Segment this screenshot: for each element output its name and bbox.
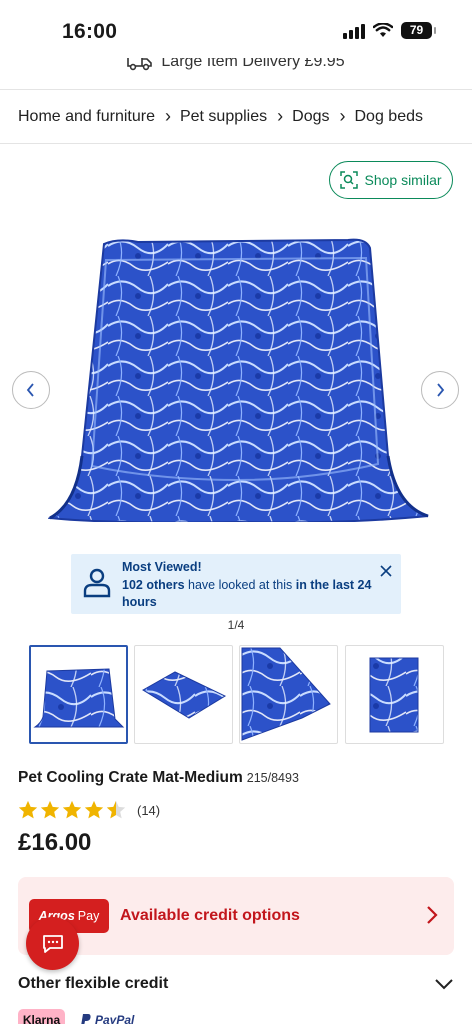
- breadcrumb-dog-beds[interactable]: Dog beds: [355, 108, 424, 126]
- star-icon: [18, 800, 38, 819]
- breadcrumb: Home and furniture › Pet supplies › Dogs…: [0, 90, 472, 144]
- review-count[interactable]: (14): [137, 803, 160, 818]
- star-icon: [84, 800, 104, 819]
- delivery-text: Large Item Delivery £9.95: [161, 58, 345, 70]
- breadcrumb-dogs[interactable]: Dogs: [292, 108, 329, 126]
- status-bar: 16:00 79: [0, 0, 472, 58]
- chevron-right-icon: [437, 383, 445, 397]
- paypal-logo: PayPal: [81, 1013, 134, 1024]
- most-viewed-title: Most Viewed!: [122, 560, 202, 574]
- status-time: 16:00: [62, 20, 118, 43]
- most-viewed-text: 102 others have looked at this in the la…: [122, 578, 372, 609]
- star-icon: [40, 800, 60, 819]
- chat-icon: [42, 934, 63, 953]
- other-flexible-credit-toggle[interactable]: Other flexible credit: [18, 972, 454, 996]
- chevron-down-icon: [435, 979, 453, 990]
- chevron-right-icon: [427, 906, 438, 924]
- rating[interactable]: (14): [17, 799, 160, 821]
- star-icon: [62, 800, 82, 819]
- credit-options-button[interactable]: Argos Pay Available credit options: [18, 877, 454, 955]
- chat-button[interactable]: [26, 917, 79, 970]
- next-image-button[interactable]: [421, 371, 459, 409]
- image-pager: 1/4: [227, 618, 245, 632]
- thumbnail-1[interactable]: [29, 645, 128, 744]
- visual-search-icon: [340, 171, 359, 189]
- paypal-icon: [81, 1014, 91, 1024]
- wifi-icon: [373, 23, 393, 37]
- most-viewed-banner: Most Viewed! 102 others have looked at t…: [71, 554, 401, 614]
- chevron-right-icon: ›: [164, 106, 171, 126]
- breadcrumb-home-and-furniture[interactable]: Home and furniture: [18, 108, 155, 126]
- other-credit-label: Other flexible credit: [18, 975, 169, 992]
- shop-similar-label: Shop similar: [364, 172, 442, 188]
- breadcrumb-pet-supplies[interactable]: Pet supplies: [180, 108, 267, 126]
- shop-similar-button[interactable]: Shop similar: [329, 161, 453, 199]
- thumbnail-2[interactable]: [134, 645, 233, 744]
- price: £16.00: [18, 829, 92, 856]
- thumbnail-3[interactable]: [239, 645, 338, 744]
- status-icons: 79: [343, 22, 436, 39]
- signal-icon: [343, 23, 365, 39]
- product-code: 215/8493: [246, 771, 299, 785]
- previous-image-button[interactable]: [12, 371, 50, 409]
- star-half-icon: [106, 800, 126, 819]
- close-icon[interactable]: [379, 564, 393, 578]
- chevron-right-icon: ›: [339, 106, 346, 126]
- payment-logos: Klarna PayPal: [18, 1009, 134, 1024]
- battery-icon: 79: [401, 22, 436, 39]
- product-title: Pet Cooling Crate Mat-Medium 215/8493: [18, 769, 299, 786]
- person-icon: [83, 568, 111, 598]
- product-image[interactable]: [48, 236, 432, 522]
- chevron-left-icon: [26, 383, 34, 397]
- truck-icon: [127, 58, 153, 71]
- credit-options-label: Available credit options: [120, 907, 300, 924]
- chevron-right-icon: ›: [277, 106, 284, 126]
- klarna-logo: Klarna: [18, 1009, 65, 1024]
- thumbnail-4[interactable]: [345, 645, 444, 744]
- delivery-banner[interactable]: Large Item Delivery £9.95: [0, 58, 472, 90]
